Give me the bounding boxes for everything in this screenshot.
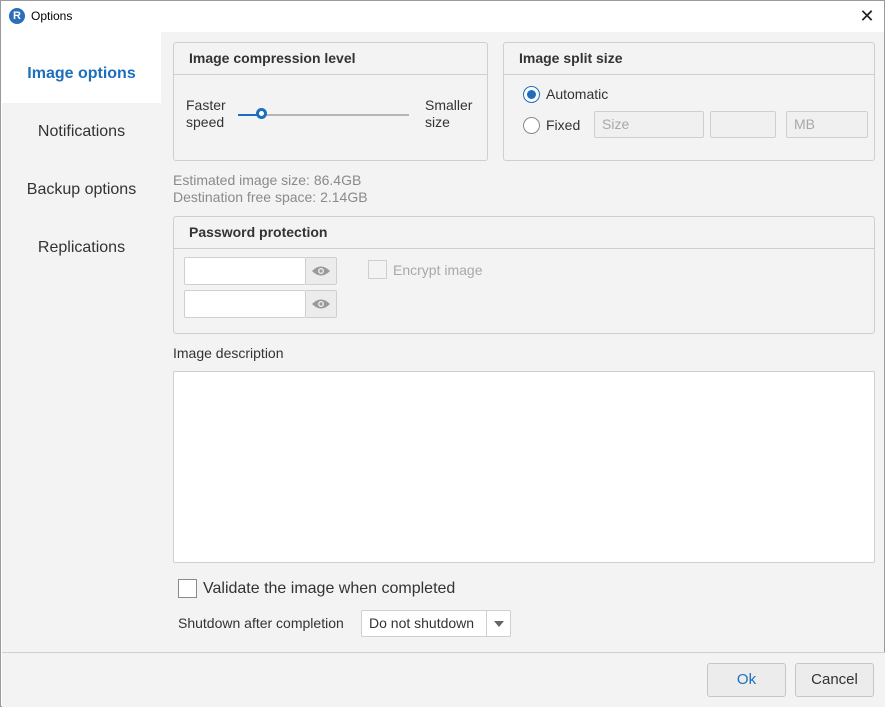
close-icon[interactable]: ✕ [856,5,878,27]
fixed-radio[interactable] [523,117,540,134]
show-password-eye-icon[interactable] [306,257,337,285]
free-space-text: Destination free space: 2.14GB [173,189,368,205]
window-title: Options [31,9,73,23]
slider-max-label: Smaller size [425,97,472,131]
image-description-label: Image description [173,345,284,361]
app-logo-icon: R [9,8,25,24]
sidebar-item-backup-options[interactable]: Backup options [2,177,161,203]
automatic-radio-label: Automatic [546,86,609,102]
shutdown-select-value: Do not shutdown [369,615,475,631]
password-field[interactable] [184,257,306,285]
compression-group-title: Image compression level [174,43,487,75]
password-group: Password protection Encrypt image [173,216,875,334]
eye-icon [312,299,330,309]
ok-button[interactable]: Ok [707,663,786,697]
split-number-input[interactable] [710,111,776,138]
compression-group: Image compression level Faster speed Sma… [173,42,488,161]
sidebar-item-notifications[interactable]: Notifications [2,119,161,145]
show-confirm-password-eye-icon[interactable] [306,290,337,318]
chevron-down-icon [486,611,510,636]
slider-max-label-line2: size [425,114,450,130]
cancel-button[interactable]: Cancel [795,663,874,697]
split-size-input[interactable]: Size [594,111,704,138]
title-bar: R Options ✕ [1,1,884,32]
sidebar-item-replications[interactable]: Replications [2,235,161,261]
validate-image-label: Validate the image when completed [203,580,456,597]
encrypt-image-label: Encrypt image [393,262,483,278]
validate-image-checkbox[interactable] [178,579,197,598]
fixed-radio-label: Fixed [546,117,581,133]
sidebar: Image options Notifications Backup optio… [2,32,161,652]
estimated-size-text: Estimated image size: 86.4GB [173,172,362,188]
main-content: Image compression level Faster speed Sma… [161,32,884,652]
automatic-radio[interactable] [523,86,540,103]
shutdown-label: Shutdown after completion [178,615,344,631]
compression-slider-thumb[interactable] [255,108,267,119]
split-unit-select[interactable]: MB [786,111,868,138]
split-size-group-title: Image split size [504,43,874,75]
sidebar-item-image-options[interactable]: Image options [2,32,161,103]
shutdown-select[interactable]: Do not shutdown [361,610,511,637]
slider-min-label: Faster speed [186,97,226,131]
split-size-group: Image split size Automatic Fixed Size MB [503,42,875,161]
slider-min-label-line1: Faster [186,97,226,113]
dialog-footer: Ok Cancel [2,652,885,707]
options-dialog: R Options ✕ Image options Notifications … [0,0,885,707]
slider-max-label-line1: Smaller [425,97,473,113]
slider-min-label-line2: speed [186,114,225,130]
confirm-password-field[interactable] [184,290,306,318]
image-description-textarea[interactable] [173,371,875,563]
eye-icon [312,266,330,276]
password-group-title: Password protection [174,217,874,249]
encrypt-image-checkbox[interactable] [368,260,387,279]
